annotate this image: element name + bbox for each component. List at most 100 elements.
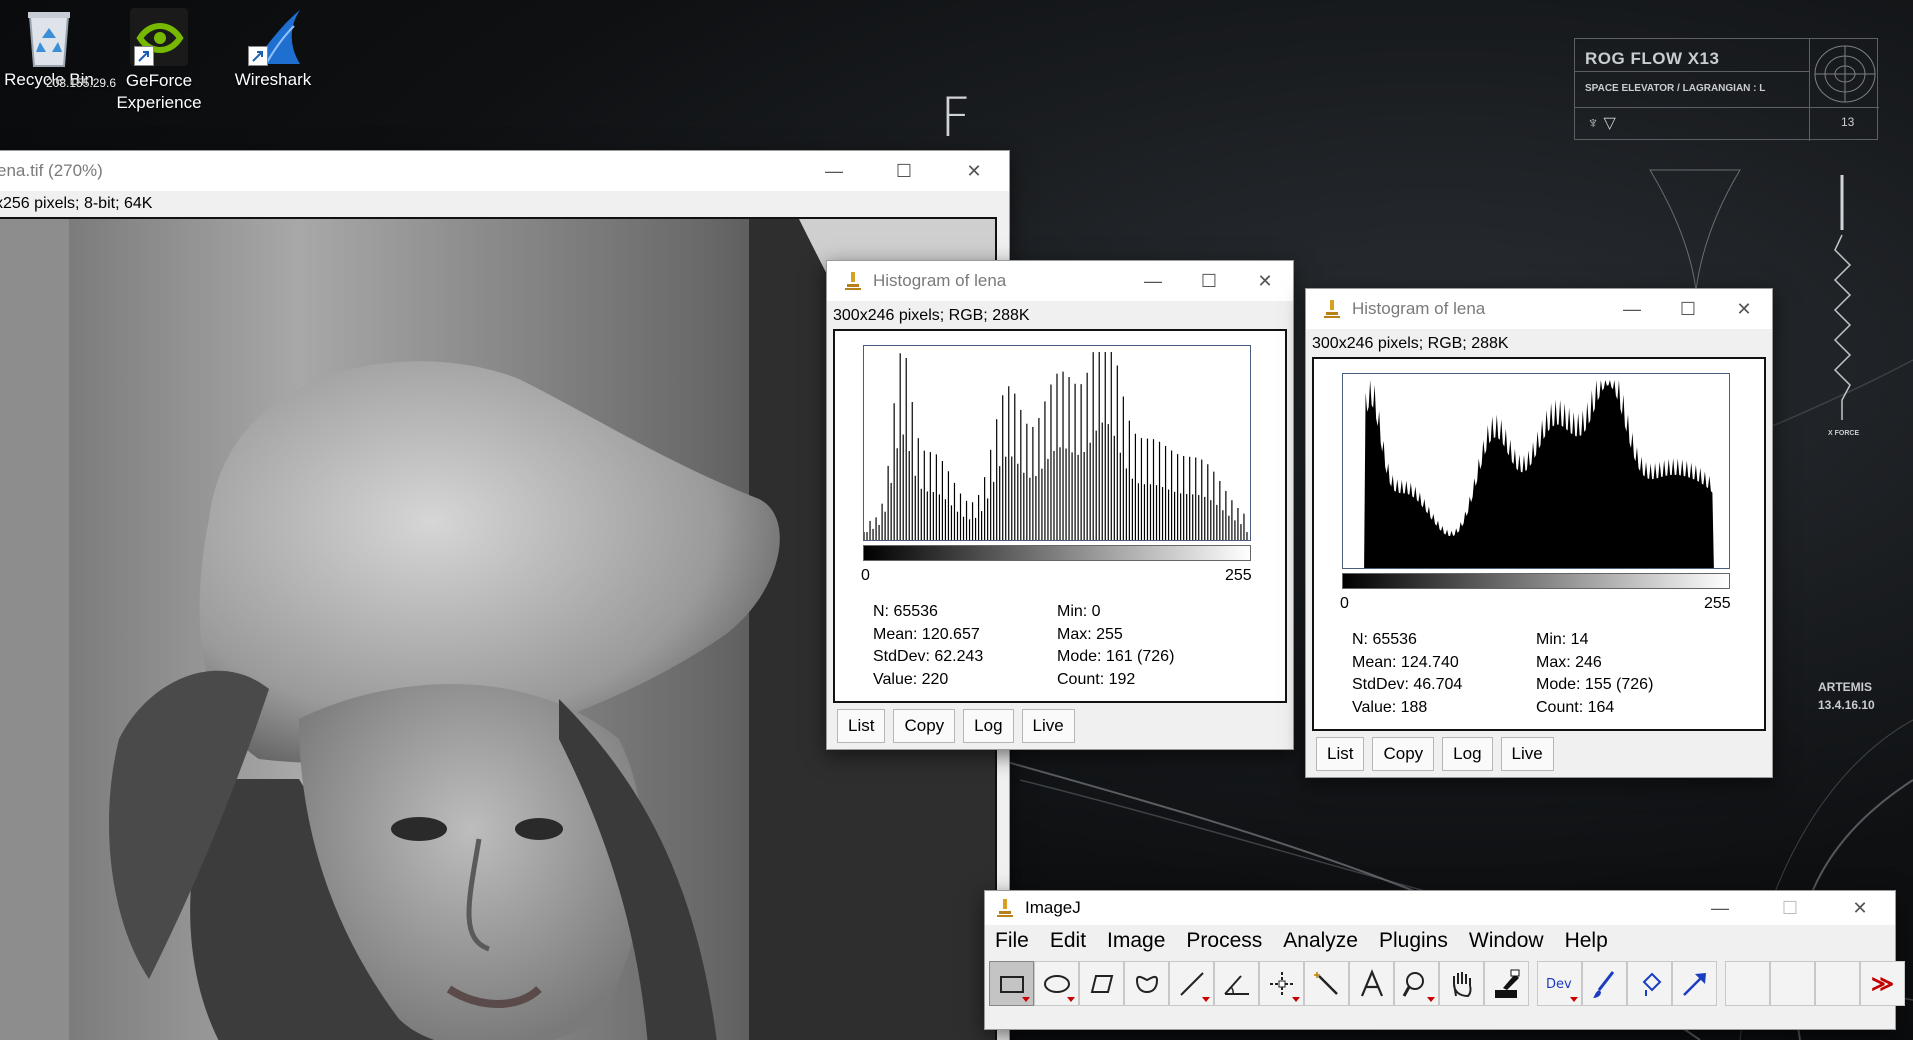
text-tool[interactable] bbox=[1349, 961, 1394, 1006]
hand-tool[interactable] bbox=[1439, 961, 1484, 1006]
histogram-axis-min: 0 bbox=[1340, 595, 1349, 612]
minimize-button[interactable]: — bbox=[1685, 891, 1755, 925]
menu-process[interactable]: Process bbox=[1186, 929, 1262, 953]
shortcut-arrow-icon bbox=[248, 46, 268, 66]
close-button[interactable]: ✕ bbox=[1716, 289, 1772, 329]
live-button[interactable]: Live bbox=[1021, 709, 1075, 743]
shortcut-arrow-icon bbox=[134, 46, 154, 66]
menu-image[interactable]: Image bbox=[1107, 929, 1165, 953]
histogram-title: Histogram of lena bbox=[873, 271, 1007, 290]
desktop-icon-geforce[interactable]: GeForce Experience bbox=[104, 8, 214, 114]
dev-menu[interactable]: Dev bbox=[1537, 961, 1582, 1006]
rog-glyph-icons: ♆ ▽ bbox=[1587, 115, 1616, 132]
maximize-button[interactable]: ☐ bbox=[1755, 891, 1825, 925]
minimize-button[interactable]: — bbox=[1125, 261, 1181, 301]
log-button[interactable]: Log bbox=[1442, 737, 1493, 771]
wallpaper-brand-letter: F bbox=[940, 86, 972, 149]
geforce-icon bbox=[130, 8, 188, 66]
brush-tool[interactable] bbox=[1582, 961, 1627, 1006]
wireshark-fin-icon bbox=[244, 8, 302, 66]
maximize-button[interactable]: ☐ bbox=[1660, 289, 1716, 329]
list-button[interactable]: List bbox=[837, 709, 886, 743]
imagej-menubar: File Edit Image Process Analyze Plugins … bbox=[995, 929, 1608, 953]
minimize-button[interactable]: — bbox=[1604, 289, 1660, 329]
histogram-axis-max: 255 bbox=[1704, 595, 1731, 612]
histogram-window-1[interactable]: Histogram of lena — ☐ ✕ 300x246 pixels; … bbox=[826, 260, 1294, 750]
empty-tool-slot[interactable] bbox=[1725, 961, 1770, 1006]
menu-edit[interactable]: Edit bbox=[1050, 929, 1086, 953]
rog-info-panel: ROG FLOW X13 SPACE ELEVATOR / LAGRANGIAN… bbox=[1574, 38, 1879, 141]
line-tool-icon bbox=[1179, 971, 1204, 996]
artemis-info: ARTEMIS 13.4.16.10 bbox=[1818, 678, 1875, 714]
more-tools-button[interactable]: ≫ bbox=[1860, 961, 1905, 1006]
stat-value: Value: 188 bbox=[1352, 698, 1428, 716]
menu-file[interactable]: File bbox=[995, 929, 1029, 953]
line-tool[interactable] bbox=[1169, 961, 1214, 1006]
histogram-title: Histogram of lena bbox=[1352, 299, 1486, 318]
point-tool[interactable] bbox=[1259, 961, 1304, 1006]
histogram-panel: 0 255 N: 65536 Mean: 124.740 StdDev: 46.… bbox=[1312, 357, 1766, 731]
maximize-button[interactable]: ☐ bbox=[1181, 261, 1237, 301]
histogram-gray-ramp bbox=[863, 545, 1251, 561]
angle-tool[interactable] bbox=[1214, 961, 1259, 1006]
histogram-axis-max: 255 bbox=[1225, 567, 1252, 584]
polygon-tool-icon bbox=[1090, 974, 1113, 993]
close-button[interactable]: ✕ bbox=[939, 151, 1009, 191]
freehand-tool[interactable] bbox=[1124, 961, 1169, 1006]
image-info: x256 pixels; 8-bit; 64K bbox=[0, 195, 153, 212]
stat-mode: Mode: 161 (726) bbox=[1057, 648, 1175, 665]
menu-analyze[interactable]: Analyze bbox=[1283, 929, 1358, 953]
empty-tool-slot[interactable] bbox=[1770, 961, 1815, 1006]
point-tool-icon bbox=[1269, 971, 1294, 996]
histogram-gray-ramp bbox=[1342, 573, 1730, 589]
rectangle-tool-icon bbox=[999, 975, 1024, 993]
imagej-microscope-icon bbox=[997, 899, 1013, 917]
wand-tool[interactable] bbox=[1304, 961, 1349, 1006]
imagej-titlebar[interactable]: ImageJ — ☐ ✕ bbox=[985, 891, 1895, 925]
desktop-icon-wireshark[interactable]: Wireshark bbox=[218, 8, 328, 90]
hand-tool-icon bbox=[1452, 971, 1471, 997]
arrow-tool-icon bbox=[1682, 972, 1706, 996]
menu-help[interactable]: Help bbox=[1565, 929, 1608, 953]
oval-tool[interactable] bbox=[1034, 961, 1079, 1006]
histogram-button-row: List Copy Log Live bbox=[1316, 737, 1554, 771]
desktop-icon-label: GeForce Experience bbox=[116, 71, 202, 112]
maximize-button[interactable]: ☐ bbox=[869, 151, 939, 191]
flood-fill-tool[interactable] bbox=[1627, 961, 1672, 1006]
histogram-stats-right: Min: 14 Max: 246 Mode: 155 (726) Count: … bbox=[1536, 629, 1653, 719]
stat-min: Min: 14 bbox=[1536, 631, 1589, 648]
color-picker-tool[interactable] bbox=[1484, 961, 1529, 1006]
histogram-titlebar[interactable]: Histogram of lena — ☐ ✕ bbox=[1306, 289, 1772, 329]
magnifier-tool[interactable] bbox=[1394, 961, 1439, 1006]
text-tool-icon bbox=[1360, 968, 1383, 996]
close-button[interactable]: ✕ bbox=[1237, 261, 1293, 301]
histogram-panel: 0 255 N: 65536 Mean: 120.657 StdDev: 62.… bbox=[833, 329, 1287, 703]
histogram-plot bbox=[1342, 373, 1730, 569]
imagej-title: ImageJ bbox=[1025, 898, 1081, 917]
polygon-tool[interactable] bbox=[1079, 961, 1124, 1006]
empty-tool-slot[interactable] bbox=[1815, 961, 1860, 1006]
histogram-titlebar[interactable]: Histogram of lena — ☐ ✕ bbox=[827, 261, 1293, 301]
arrow-tool[interactable] bbox=[1672, 961, 1717, 1006]
image-window-titlebar[interactable]: ena.tif (270%) — ☐ ✕ bbox=[0, 151, 1009, 191]
histogram-button-row: List Copy Log Live bbox=[837, 709, 1075, 743]
oval-tool-icon bbox=[1043, 974, 1070, 993]
stat-n: N: 65536 bbox=[1352, 631, 1417, 648]
copy-button[interactable]: Copy bbox=[893, 709, 956, 743]
histogram-info: 300x246 pixels; RGB; 288K bbox=[833, 307, 1030, 324]
histogram-window-2[interactable]: Histogram of lena — ☐ ✕ 300x246 pixels; … bbox=[1305, 288, 1773, 778]
imagej-main-window[interactable]: ImageJ — ☐ ✕ File Edit Image Process Ana… bbox=[984, 890, 1905, 1030]
live-button[interactable]: Live bbox=[1500, 737, 1554, 771]
more-tools-icon: ≫ bbox=[1870, 970, 1895, 996]
minimize-button[interactable]: — bbox=[799, 151, 869, 191]
wand-tool-icon bbox=[1313, 971, 1338, 995]
stat-count: Count: 164 bbox=[1536, 698, 1615, 716]
log-button[interactable]: Log bbox=[963, 709, 1014, 743]
menu-plugins[interactable]: Plugins bbox=[1379, 929, 1448, 953]
close-button[interactable]: ✕ bbox=[1825, 891, 1895, 925]
rog-number: 13 bbox=[1841, 115, 1855, 129]
copy-button[interactable]: Copy bbox=[1372, 737, 1435, 771]
rectangle-tool[interactable] bbox=[989, 961, 1034, 1006]
list-button[interactable]: List bbox=[1316, 737, 1365, 771]
menu-window[interactable]: Window bbox=[1469, 929, 1544, 953]
